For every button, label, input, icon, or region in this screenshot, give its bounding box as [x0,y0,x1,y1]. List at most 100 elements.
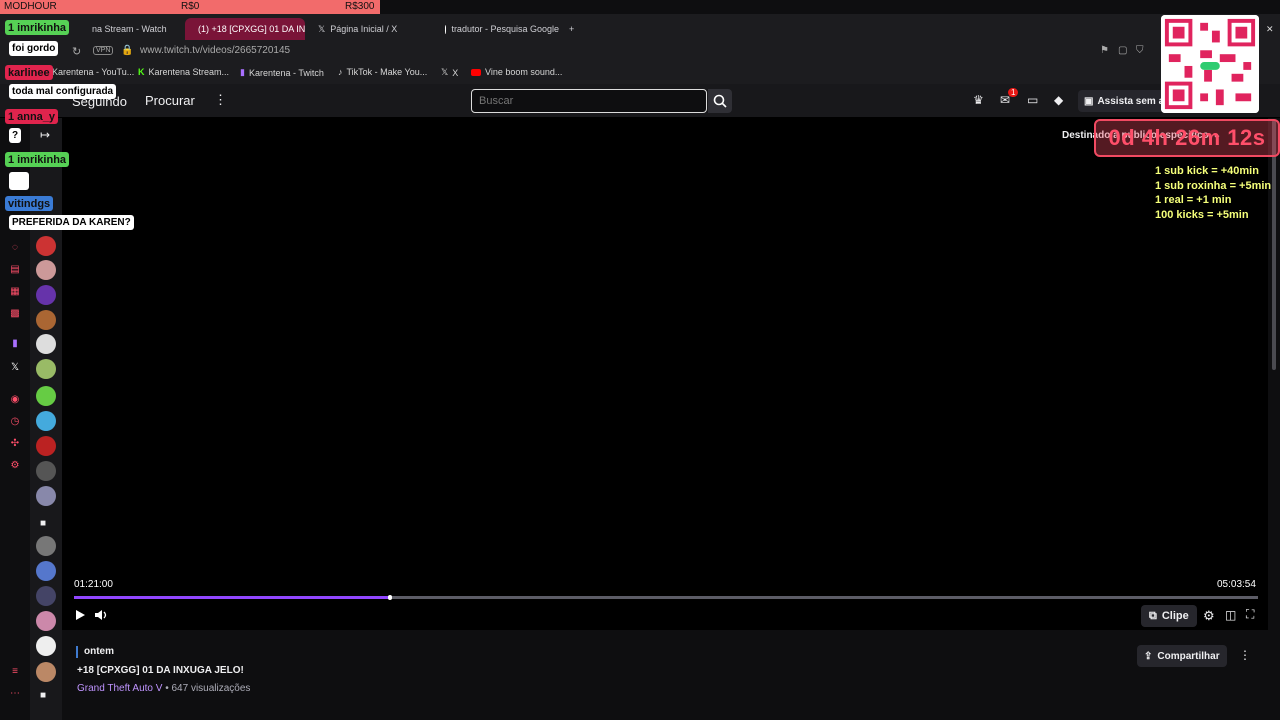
chat-username: 1 imrikinha [5,152,70,167]
avatar[interactable] [36,334,56,354]
avatar[interactable] [36,260,56,280]
date-marker [76,646,78,658]
bookmark-icon[interactable]: ⚑ [1100,45,1109,56]
close-window-icon[interactable]: ✕ [1258,18,1278,40]
avatar[interactable] [36,436,56,456]
scrollbar-thumb[interactable] [1272,120,1276,370]
camera-icon[interactable]: ■ [40,690,46,701]
camera-icon[interactable]: ■ [40,518,46,529]
chat-message: ? [9,128,22,143]
bookmark-label: Karentena - YouTu... [52,67,135,77]
fullscreen-icon[interactable]: ⛶ [1246,607,1254,622]
clip-button[interactable]: ⧉ Clipe [1141,605,1197,627]
bookmark-label: Karentena - Twitch [248,67,324,78]
avatar[interactable] [36,359,56,379]
video-player[interactable]: Destinado a público especifico ⌄ [62,118,1268,630]
avatar[interactable] [36,662,56,682]
view-count: • 647 visualizações [162,683,251,694]
avatar[interactable] [36,561,56,581]
theater-mode-icon[interactable]: ◫ [1225,608,1236,622]
address-field[interactable]: www.twitch.tv/videos/2665720145 [140,45,290,56]
play-icon[interactable] [74,609,86,621]
bookmark-item[interactable]: 𝕏X [441,67,458,78]
video-icon[interactable]: ▩ [9,308,21,320]
bookmark-item[interactable]: K Karentena Stream... [138,67,229,77]
tiktok-icon: ♪ [338,67,343,77]
share-button[interactable]: ⇪ Compartilhar [1137,645,1227,667]
circle-icon[interactable]: ◌ [9,242,21,254]
avatar[interactable] [36,461,56,481]
bookmark-item[interactable]: Vine boom sound... [471,67,562,77]
shop-icon[interactable]: ▦ [9,286,21,298]
tab-google[interactable]: tradutor - Pesquisa Google [437,18,567,40]
search-button[interactable] [708,89,732,113]
chat-username: karlinee [5,65,53,80]
goal-bar: MODHOUR R$0 R$300 [0,0,380,14]
screenshot-icon[interactable]: ▢ [1118,45,1127,56]
avatar[interactable] [36,310,56,330]
bookmark-item[interactable]: ♪ TikTok - Make You... [338,67,427,77]
bookmark-item[interactable]: ▮ Karentena - Twitch [240,67,324,78]
clip-icon: ⧉ [1149,609,1157,622]
goal-target: R$300 [345,1,375,12]
goal-label: MODHOUR [4,1,57,12]
bookmark-label: TikTok - Make You... [346,67,428,77]
volume-icon[interactable] [94,609,108,621]
play-circle-icon[interactable]: ◉ [9,394,21,406]
twitch-icon[interactable]: ▮ [9,338,21,350]
username-text: imrikinha [17,21,67,34]
vpn-badge[interactable]: VPN [93,46,114,55]
kick-icon: K [138,67,145,77]
youtube-icon [471,68,481,76]
game-link[interactable]: Grand Theft Auto V [77,683,162,694]
twitch-icon: ▮ [240,67,245,77]
collapse-icon[interactable]: ↦ [40,128,50,142]
game-icon[interactable]: ▤ [9,264,21,276]
bookmark-label: Karentena Stream... [148,67,230,77]
clock-icon[interactable]: ◷ [9,416,21,428]
time-total: 05:03:54 [1217,579,1256,590]
avatar[interactable] [36,411,56,431]
tab-label: (1) +18 [CPXGG] 01 DA IN [198,24,305,34]
avatar[interactable] [36,236,56,256]
share-label: Compartilhar [1157,650,1220,662]
time-current: 01:21:00 [74,579,113,590]
seek-handle[interactable] [388,595,393,600]
bits-icon[interactable]: ◆ [1054,93,1063,107]
reload-icon[interactable]: ↻ [72,45,81,58]
nav-browse[interactable]: Procurar [145,93,195,108]
crown-icon[interactable]: ♛ [973,93,984,107]
bookmark-item[interactable]: Karentena - YouTu... [52,67,134,77]
avatar[interactable] [36,486,56,506]
more-icon[interactable]: ⋮ [1239,648,1251,662]
rule-line: 1 sub roxinha = +5min [1155,180,1272,192]
avatar[interactable] [36,536,56,556]
avatar[interactable] [36,636,56,656]
more-icon[interactable]: ⋯ [9,688,21,700]
avatar[interactable] [36,586,56,606]
avatar[interactable] [36,285,56,305]
seek-bar-fill [74,596,391,599]
new-tab-button[interactable]: + [566,18,582,40]
whispers-icon[interactable]: ▭ [1027,93,1038,107]
x-icon[interactable]: 𝕏 [9,362,21,374]
more-icon[interactable]: ⋮ [214,92,227,108]
chat-message: PREFERIDA DA KAREN? [9,215,134,230]
x-icon: 𝕏 [441,67,449,77]
tab-label: tradutor - Pesquisa Google [451,24,559,34]
avatar[interactable] [36,611,56,631]
shield-icon[interactable]: ⛉ [1136,45,1144,56]
puzzle-icon[interactable]: ✣ [9,438,21,450]
tab-twitch-video[interactable]: (1) +18 [CPXGG] 01 DA IN [185,18,305,40]
username-text: anna_y [17,110,56,123]
search-input[interactable] [471,89,707,113]
settings-icon[interactable]: ⚙ [1203,608,1215,624]
extension-icon[interactable]: ≡ [9,666,21,678]
x-icon: 𝕏 [318,23,326,34]
avatar[interactable] [36,386,56,406]
video-title: +18 [CPXGG] 01 DA INXUGA JELO! [77,665,244,676]
settings-icon[interactable]: ⚙ [9,460,21,472]
tab-x-home[interactable]: 𝕏 Página Inicial / X [310,18,430,40]
tab-watch[interactable]: na Stream - Watch [84,18,180,40]
adfree-button[interactable]: ▣ Assista sem a [1078,90,1171,112]
